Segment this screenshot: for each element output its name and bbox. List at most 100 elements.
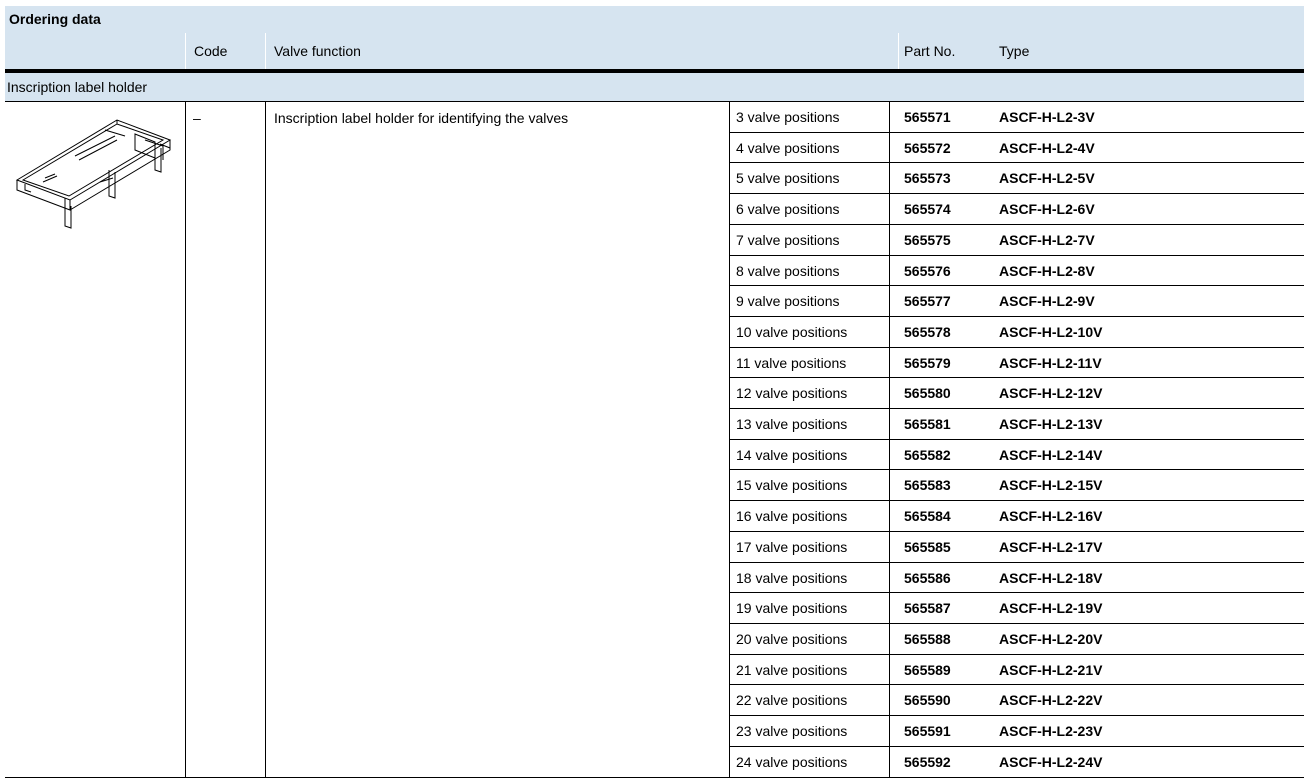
table-header-row: Code Valve function Part No. Type [5, 33, 1304, 69]
part-number: 565586 [904, 569, 951, 586]
valve-positions: 7 valve positions [736, 231, 840, 248]
table-title-bar: Ordering data [5, 6, 1304, 34]
part-number: 565592 [904, 753, 951, 770]
type-code: ASCF-H-L2-3V [999, 109, 1095, 125]
row-divider [729, 223, 1304, 225]
type-code: ASCF-H-L2-22V [999, 692, 1103, 709]
section-label: Inscription label holder [7, 79, 148, 95]
part-number: 565574 [904, 201, 951, 218]
grid-line [185, 101, 186, 778]
row-divider [729, 285, 1304, 287]
valve-positions: 20 valve positions [736, 630, 848, 647]
grid-line [265, 101, 266, 778]
type-code: ASCF-H-L2-7V [999, 231, 1095, 248]
valve-positions: 23 valve positions [736, 723, 848, 739]
part-number: 565584 [904, 508, 951, 525]
part-number: 565575 [904, 231, 951, 248]
header-divider [185, 33, 186, 69]
valve-positions: 3 valve positions [736, 109, 840, 125]
valve-positions: 12 valve positions [736, 385, 848, 402]
row-divider [729, 684, 1304, 686]
header-type: Type [999, 43, 1030, 59]
row-divider [729, 622, 1304, 624]
row-divider [729, 315, 1304, 317]
section-row: Inscription label holder [5, 73, 1304, 101]
row-divider [729, 131, 1304, 133]
valve-positions: 15 valve positions [736, 477, 848, 494]
part-number: 565580 [904, 385, 951, 402]
row-divider [729, 561, 1304, 563]
header-code: Code [194, 43, 228, 59]
type-code: ASCF-H-L2-15V [999, 477, 1103, 494]
valve-positions: 18 valve positions [736, 569, 848, 586]
part-number: 565571 [904, 109, 951, 125]
row-divider [729, 530, 1304, 532]
valve-positions: 22 valve positions [736, 692, 848, 709]
header-part-no: Part No. [904, 43, 956, 59]
row-divider [729, 653, 1304, 655]
part-number: 565581 [904, 416, 951, 432]
type-code: ASCF-H-L2-10V [999, 323, 1103, 340]
valve-positions: 6 valve positions [736, 201, 840, 218]
type-code: ASCF-H-L2-8V [999, 262, 1095, 279]
ordering-data-page: Ordering data Code Valve function Part N… [0, 0, 1309, 780]
label-holder-illustration-icon [15, 119, 172, 229]
part-number: 565573 [904, 170, 951, 187]
valve-positions: 17 valve positions [736, 538, 848, 555]
part-number: 565572 [904, 139, 951, 156]
valve-function-description: Inscription label holder for identifying… [274, 110, 569, 126]
row-divider [729, 408, 1304, 409]
type-code: ASCF-H-L2-6V [999, 201, 1095, 218]
table-title: Ordering data [9, 11, 101, 27]
type-code: ASCF-H-L2-11V [999, 354, 1102, 371]
part-number: 565583 [904, 477, 951, 494]
valve-positions: 13 valve positions [736, 416, 848, 432]
part-number: 565582 [904, 446, 951, 463]
type-code: ASCF-H-L2-20V [999, 630, 1103, 647]
row-divider [729, 193, 1304, 195]
valve-positions: 9 valve positions [736, 293, 840, 310]
row-divider [729, 162, 1304, 164]
type-code: ASCF-H-L2-14V [999, 446, 1103, 463]
valve-positions: 21 valve positions [736, 661, 848, 678]
valve-positions: 11 valve positions [736, 354, 847, 371]
type-code: ASCF-H-L2-19V [999, 600, 1103, 617]
type-code: ASCF-H-L2-12V [999, 385, 1103, 402]
valve-positions: 10 valve positions [736, 323, 848, 340]
type-code: ASCF-H-L2-21V [999, 661, 1103, 678]
row-divider [729, 254, 1304, 256]
type-code: ASCF-H-L2-17V [999, 538, 1103, 555]
part-number: 565589 [904, 661, 951, 678]
part-number: 565585 [904, 538, 951, 555]
header-divider [265, 33, 266, 69]
part-number: 565579 [904, 354, 951, 371]
valve-positions: 4 valve positions [736, 139, 840, 156]
type-code: ASCF-H-L2-9V [999, 293, 1095, 310]
valve-positions: 19 valve positions [736, 600, 848, 617]
valve-positions: 24 valve positions [736, 753, 848, 770]
type-code: ASCF-H-L2-5V [999, 170, 1095, 187]
part-number: 565587 [904, 600, 951, 617]
part-number: 565577 [904, 293, 951, 310]
row-divider [729, 346, 1304, 348]
row-divider [729, 745, 1304, 747]
part-number: 565576 [904, 262, 951, 279]
valve-positions: 5 valve positions [736, 170, 840, 187]
part-number: 565588 [904, 630, 951, 647]
row-divider [729, 592, 1304, 594]
type-code: ASCF-H-L2-23V [999, 723, 1103, 739]
part-number: 565591 [904, 723, 951, 739]
type-code: ASCF-H-L2-18V [999, 569, 1103, 586]
row-divider [729, 438, 1304, 440]
valve-positions: 14 valve positions [736, 446, 848, 463]
ordering-table: Ordering data Code Valve function Part N… [5, 6, 1304, 778]
row-divider [729, 377, 1304, 379]
header-divider [898, 33, 899, 69]
valve-positions: 8 valve positions [736, 262, 840, 279]
row-divider [729, 469, 1304, 471]
part-number: 565590 [904, 692, 951, 709]
header-valve-function: Valve function [274, 43, 361, 59]
type-code: ASCF-H-L2-24V [999, 753, 1103, 770]
type-code: ASCF-H-L2-4V [999, 139, 1095, 156]
type-code: ASCF-H-L2-16V [999, 508, 1103, 525]
